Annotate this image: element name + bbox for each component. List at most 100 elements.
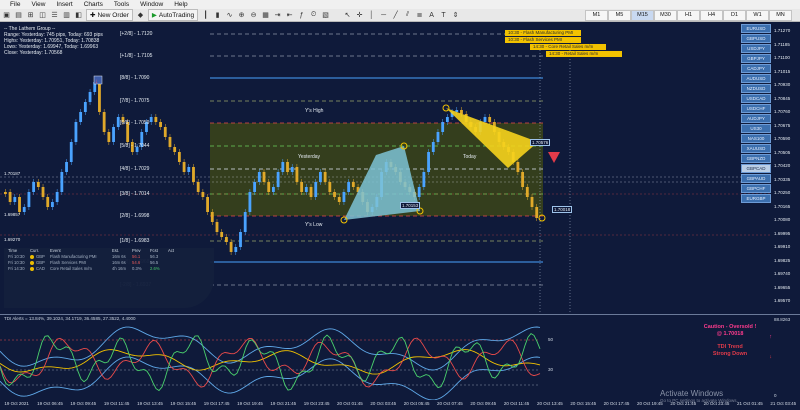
calendar-row[interactable]: Fri 14:30 CAD Core Retail Sales m/m 4h 1… [4, 266, 214, 272]
symbol-button[interactable]: USDCAD [741, 94, 771, 103]
metaeditor-icon[interactable]: ◆ [136, 11, 145, 20]
timeframe-m1[interactable]: M1 [585, 9, 608, 21]
symbol-button[interactable]: GBPCAD [741, 164, 771, 173]
symbol-button[interactable]: EURGBP [741, 194, 771, 203]
murrey-level-label: [8/8] - 1.7090 [120, 75, 150, 81]
zoom-in-icon[interactable]: ⊕ [237, 11, 246, 20]
zoom-out-icon[interactable]: ⊖ [249, 11, 258, 20]
timeframe-m30[interactable]: M30 [654, 9, 677, 21]
timeframe-h4[interactable]: H4 [700, 9, 723, 21]
price-tick: 1.70250 [774, 190, 791, 195]
timeframe-w1[interactable]: W1 [746, 9, 769, 21]
alert-line: Caution - Oversold ! [703, 324, 757, 330]
symbol-button[interactable]: GBPAUD [741, 174, 771, 183]
murrey-level-label: [4/8] - 1.7029 [120, 166, 150, 172]
arrows-icon[interactable]: ⇕ [451, 11, 460, 20]
range-info-panel: -- The Lathem Group -- Range: Yesterday:… [4, 26, 103, 56]
timeframe-m15[interactable]: M15 [631, 9, 654, 21]
tdi-oscillator-panel[interactable]: TDI Alerts = 13.84%, 39.1024, 34.1719, 3… [0, 314, 800, 401]
vertical-line-icon[interactable]: │ [367, 11, 376, 20]
activate-windows-watermark: Activate Windows Go to PC settings to ac… [660, 389, 738, 403]
symbol-button[interactable]: GBPJPY [741, 54, 771, 63]
bar-chart-icon[interactable]: ┃ [201, 11, 210, 20]
crosshair-icon[interactable]: ✛ [355, 11, 364, 20]
timeframe-h1[interactable]: H1 [677, 9, 700, 21]
timeframe-d1[interactable]: D1 [723, 9, 746, 21]
trendline-icon[interactable]: ╱ [391, 11, 400, 20]
symbol-button[interactable]: NZDUSD [741, 84, 771, 93]
templates-icon[interactable]: ▧ [321, 11, 330, 20]
chart-shift-icon[interactable]: ⇤ [285, 11, 294, 20]
timeframe-mn[interactable]: MN [769, 9, 792, 21]
price-tick: 1.69995 [774, 230, 791, 236]
terminal-icon[interactable]: ▥ [62, 11, 71, 20]
tile-icon[interactable]: ▦ [261, 11, 270, 20]
symbol-button[interactable]: CADJPY [741, 64, 771, 73]
navigator-icon[interactable]: ☰ [50, 11, 59, 20]
text-icon[interactable]: A [427, 11, 436, 20]
murrey-level-label: [1/8] - 1.6983 [120, 238, 150, 244]
autotrading-icon: ▶ [151, 12, 157, 19]
menu-charts[interactable]: Charts [84, 1, 103, 8]
trade-signal-line [0, 337, 541, 388]
symbol-button[interactable]: GBPUSD [741, 34, 771, 43]
equidistant-channel-icon[interactable]: ⫽ [403, 11, 412, 20]
time-tick: 19 Oct 06:45 [37, 401, 63, 406]
strategy-tester-icon[interactable]: ◧ [74, 11, 83, 20]
price-tick: 1.70845 [774, 95, 791, 101]
price-tick: 1.70760 [774, 109, 791, 114]
new-order-button[interactable]: ✚ New Order [86, 9, 133, 21]
symbol-switcher: EURUSD GBPUSD USDJPY GBPJPY CADJPY AUDUSD NZDU… [741, 24, 771, 204]
profiles-icon[interactable]: ▤ [14, 11, 23, 20]
symbol-button[interactable]: GBPNZD [741, 154, 771, 163]
price-tick: 1.70675 [774, 122, 791, 128]
symbol-button[interactable]: US30 [741, 124, 771, 133]
new-chart-icon[interactable]: ▣ [2, 11, 11, 20]
left-price-tag: 1.69270 [4, 237, 21, 242]
menu-insert[interactable]: Insert [56, 1, 72, 8]
indicators-icon[interactable]: ƒ [297, 11, 306, 20]
time-tick: 19 Oct 15:45 [170, 401, 197, 406]
symbol-button[interactable]: USDJPY [741, 44, 771, 53]
fibonacci-icon[interactable]: ≣ [415, 11, 424, 20]
data-window-icon[interactable]: ◫ [38, 11, 47, 20]
news-item: 10:30 - Flash Services PMI [505, 37, 581, 43]
symbol-button[interactable]: AUDUSD [741, 74, 771, 83]
watermark-title: Activate Windows [660, 389, 724, 398]
cell-text: CAD [36, 266, 45, 271]
timeframe-m5[interactable]: M5 [608, 9, 631, 21]
cell: 0.3% [132, 266, 142, 271]
price-tick: 1.69825 [774, 257, 791, 263]
menu-window[interactable]: Window [140, 1, 163, 8]
menu-help[interactable]: Help [174, 1, 187, 8]
horizontal-line-icon[interactable]: ─ [379, 11, 388, 20]
symbol-button[interactable]: XAUUSD [741, 144, 771, 153]
line-chart-icon[interactable]: ∿ [225, 11, 234, 20]
alert-line: TDI Trend [717, 344, 743, 350]
menu-file[interactable]: File [10, 1, 20, 8]
text-label-icon[interactable]: T [439, 11, 448, 20]
autoscroll-icon[interactable]: ⇥ [273, 11, 282, 20]
osc-scale-30: 30 [548, 367, 554, 372]
osc-scale-top: 88.8263 [774, 317, 791, 322]
yesterday-label: Yesterday [298, 154, 321, 160]
toolbar: ▣ ▤ ⊞ ◫ ☰ ▥ ◧ ✚ New Order ◆ ▶ AutoTrading … [0, 9, 800, 22]
time-tick: 19 Oct 23:45 [303, 401, 330, 406]
candlestick-icon[interactable]: ▮ [213, 11, 222, 20]
menu-tools[interactable]: Tools [114, 1, 129, 8]
cursor-icon[interactable]: ↖ [343, 11, 352, 20]
cell [168, 266, 182, 272]
market-watch-icon[interactable]: ⊞ [26, 11, 35, 20]
periods-icon[interactable]: ⏲ [309, 11, 318, 20]
symbol-button[interactable]: NAS100 [741, 134, 771, 143]
symbol-button[interactable]: AUDJPY [741, 114, 771, 123]
tdi-plot [0, 326, 541, 401]
news-item: 14:30 - Retail Sales m/m [546, 51, 622, 57]
price-tick: 1.71185 [774, 41, 790, 47]
symbol-button[interactable]: USDCHF [741, 104, 771, 113]
symbol-button[interactable]: GBPCHF [741, 184, 771, 193]
time-tick: 20 Oct 07:45 [437, 401, 463, 406]
symbol-button[interactable]: EURUSD [741, 24, 771, 33]
menu-view[interactable]: View [31, 1, 45, 8]
autotrading-button[interactable]: ▶ AutoTrading [147, 9, 199, 21]
